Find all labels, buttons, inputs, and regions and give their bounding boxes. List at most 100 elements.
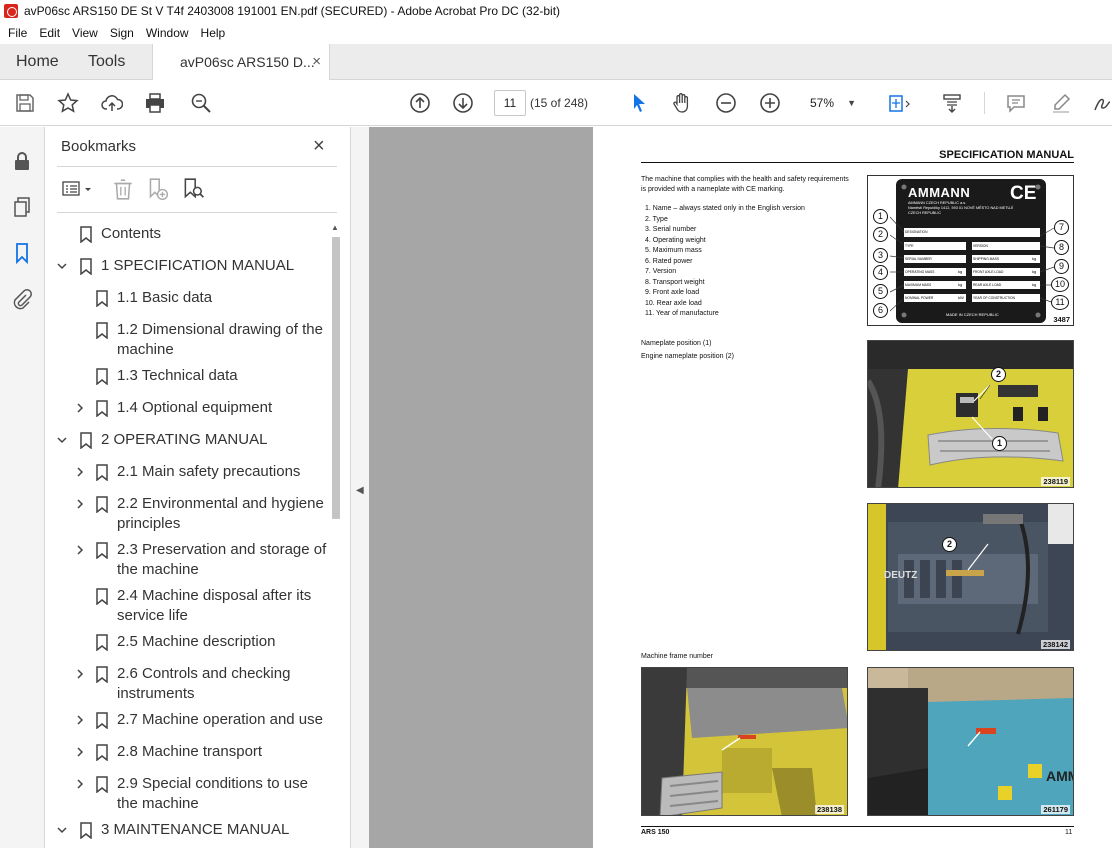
callout-1: 1 bbox=[992, 436, 1007, 451]
scroll-up-icon[interactable]: ▲ bbox=[331, 223, 339, 232]
chevron-right-icon[interactable] bbox=[73, 664, 87, 684]
zoom-level-select[interactable]: 57% ▼ bbox=[800, 90, 864, 116]
callout-8: 8 bbox=[1054, 240, 1069, 255]
zoom-out-icon[interactable] bbox=[714, 91, 738, 115]
list-item: 10. Rear axle load bbox=[645, 299, 702, 307]
bookmark-icon bbox=[95, 776, 109, 794]
nameplate-company: AMMANN CZECH REPUBLIC a.s. bbox=[908, 201, 967, 205]
list-item: 1. Name – always stated only in the Engl… bbox=[645, 205, 805, 212]
callout-2: 2 bbox=[991, 367, 1006, 382]
tabs-row: Home Tools avP06sc ARS150 D... × bbox=[0, 44, 1112, 81]
zoom-level-value: 57% bbox=[810, 96, 835, 110]
collapse-left-icon[interactable]: ◀ bbox=[356, 485, 364, 496]
list-item: 6. Rated power bbox=[645, 257, 693, 265]
bookmark-label: 3 MAINTENANCE MANUAL bbox=[101, 821, 290, 838]
previous-page-icon[interactable] bbox=[408, 91, 432, 115]
bookmark-icon bbox=[79, 258, 93, 276]
chevron-right-icon[interactable] bbox=[73, 742, 87, 762]
scrollbar-thumb[interactable] bbox=[332, 237, 340, 519]
nameplate-address: Náměstí Republiky 1412, 593 01 NOVÉ MĚST… bbox=[908, 206, 1014, 210]
next-page-icon[interactable] bbox=[451, 91, 475, 115]
pdf-page: SPECIFICATION MANUAL The machine that co… bbox=[593, 127, 1112, 848]
close-icon[interactable]: × bbox=[313, 135, 325, 158]
chevron-right-icon[interactable] bbox=[73, 774, 87, 794]
divider bbox=[57, 166, 337, 167]
chevron-right-icon[interactable] bbox=[73, 462, 87, 482]
ce-mark: CE bbox=[1010, 183, 1037, 204]
find-bookmark-icon[interactable] bbox=[181, 177, 205, 201]
new-bookmark-icon[interactable] bbox=[145, 177, 169, 201]
window-title: avP06sc ARS150 DE St V T4f 2403008 19100… bbox=[24, 4, 561, 18]
bookmark-panel-icon[interactable] bbox=[10, 241, 34, 265]
star-icon[interactable] bbox=[56, 91, 80, 115]
chevron-right-icon[interactable] bbox=[73, 540, 87, 560]
fit-page-icon[interactable] bbox=[884, 91, 914, 115]
zoom-in-icon[interactable] bbox=[758, 91, 782, 115]
acrobat-app-icon bbox=[4, 4, 18, 18]
bookmark-options-icon[interactable] bbox=[61, 177, 95, 201]
caption-nameplate-position: Nameplate position (1) bbox=[641, 340, 712, 347]
chevron-right-icon[interactable] bbox=[73, 494, 87, 514]
menu-window[interactable]: Window bbox=[142, 26, 193, 40]
chevron-right-icon[interactable] bbox=[73, 710, 87, 730]
attachment-icon[interactable] bbox=[10, 287, 34, 311]
tab-tools[interactable]: Tools bbox=[88, 44, 125, 80]
callout-5: 5 bbox=[873, 284, 888, 299]
bookmark-label: 2.2 Environmental and hygiene principles bbox=[117, 495, 324, 532]
title-bar: avP06sc ARS150 DE St V T4f 2403008 19100… bbox=[0, 0, 1112, 22]
callout-10: 10 bbox=[1051, 277, 1069, 292]
photo-engine-nameplate: DEUTZ 2 238142 bbox=[867, 503, 1074, 651]
highlight-pen-icon[interactable] bbox=[1049, 91, 1073, 115]
bookmark-icon bbox=[95, 712, 109, 730]
navigation-rail bbox=[0, 127, 45, 848]
bookmark-icon bbox=[95, 368, 109, 386]
nameplate-field: SHIPPING MASS bbox=[973, 257, 1000, 261]
bookmark-icon bbox=[95, 322, 109, 340]
list-item: 4. Operating weight bbox=[645, 236, 706, 244]
menu-file[interactable]: File bbox=[4, 26, 31, 40]
chevron-down-icon[interactable] bbox=[55, 820, 69, 840]
chevron-down-icon: ▼ bbox=[847, 98, 856, 108]
tab-close-icon[interactable]: × bbox=[312, 44, 321, 80]
chevron-down-icon[interactable] bbox=[55, 430, 69, 450]
comment-icon[interactable] bbox=[1004, 91, 1028, 115]
chevron-down-icon[interactable] bbox=[55, 256, 69, 276]
menu-view[interactable]: View bbox=[68, 26, 102, 40]
footer-rule bbox=[641, 826, 1074, 827]
lock-icon[interactable] bbox=[10, 149, 34, 173]
callout-7: 7 bbox=[1054, 220, 1069, 235]
nameplate-field: OPERATING MASS bbox=[905, 270, 935, 274]
menu-edit[interactable]: Edit bbox=[35, 26, 64, 40]
nameplate-unit: kW bbox=[958, 295, 964, 300]
bookmarks-panel: Bookmarks × Contents 1 SPECIFICATION MAN… bbox=[45, 127, 350, 848]
panel-collapse-strip[interactable]: ◀ bbox=[350, 127, 369, 848]
figure-number: 238142 bbox=[1040, 640, 1070, 649]
chevron-right-icon[interactable] bbox=[73, 398, 87, 418]
figure-number: 238119 bbox=[1041, 477, 1070, 486]
scroll-mode-icon[interactable] bbox=[940, 91, 964, 115]
bookmark-icon bbox=[95, 666, 109, 684]
hand-tool-icon[interactable] bbox=[670, 91, 694, 115]
draw-sign-icon[interactable] bbox=[1090, 91, 1112, 115]
menu-help[interactable]: Help bbox=[197, 26, 230, 40]
document-canvas[interactable]: SPECIFICATION MANUAL The machine that co… bbox=[369, 127, 1112, 848]
tab-home[interactable]: Home bbox=[16, 44, 59, 80]
upload-cloud-icon[interactable] bbox=[100, 91, 124, 115]
save-icon[interactable] bbox=[13, 91, 37, 115]
print-icon[interactable] bbox=[143, 91, 167, 115]
select-cursor-icon[interactable] bbox=[627, 91, 651, 115]
delete-bookmark-icon[interactable] bbox=[111, 177, 135, 201]
page-number-input[interactable]: 11 bbox=[494, 90, 526, 116]
nameplate-field: FRONT AXLE LOAD bbox=[973, 270, 1004, 274]
menu-bar: File Edit View Sign Window Help bbox=[0, 22, 1112, 44]
bookmarks-scrollbar[interactable]: ▲ bbox=[329, 219, 343, 848]
nameplate-field: DESIGNATION bbox=[905, 230, 928, 234]
page-thumbnails-icon[interactable] bbox=[10, 195, 34, 219]
bookmark-label: 2.8 Machine transport bbox=[117, 743, 263, 760]
photo-frame-number-right: AMM 261179 bbox=[867, 667, 1074, 816]
menu-sign[interactable]: Sign bbox=[106, 26, 138, 40]
zoom-search-icon[interactable] bbox=[189, 91, 213, 115]
tab-document[interactable]: avP06sc ARS150 D... × bbox=[152, 44, 330, 81]
page-count: (15 of 248) bbox=[530, 96, 589, 110]
callout-6: 6 bbox=[873, 303, 888, 318]
